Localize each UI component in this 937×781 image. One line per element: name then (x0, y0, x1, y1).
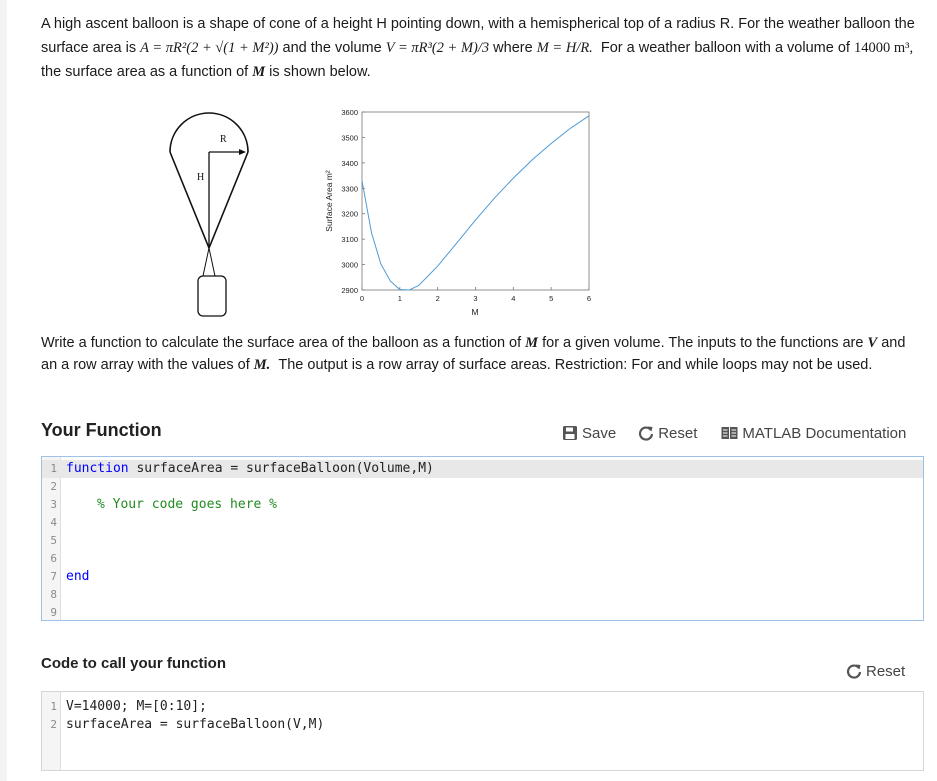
function-signature: surfaceArea = surfaceBalloon(Volume,M) (128, 461, 434, 476)
documentation-label: MATLAB Documentation (742, 424, 907, 442)
call-code-text: V=14000; M=[0:10]; (66, 699, 207, 714)
area-formula: A = πR²(2 + √(1 + M²)) (140, 40, 279, 56)
reset-button[interactable]: Reset (638, 425, 697, 442)
y-tick-label: 2900 (341, 286, 358, 295)
code-line[interactable]: 3 % Your code goes here % (42, 496, 923, 514)
code-line[interactable]: 2 surfaceArea = surfaceBalloon(V,M) (42, 716, 923, 734)
y-tick-label: 3600 (341, 108, 358, 117)
line-number: 9 (50, 606, 57, 619)
line-number: 2 (50, 718, 57, 731)
rope-right (208, 247, 216, 277)
x-tick-label: 4 (511, 294, 515, 303)
task-description: Write a function to calculate the surfac… (41, 332, 921, 376)
x-tick-label: 3 (473, 294, 477, 303)
call-reset-button[interactable]: Reset (846, 663, 905, 680)
code-line[interactable]: 1 function surfaceArea = surfaceBalloon(… (42, 460, 923, 478)
balloon-hemisphere (169, 112, 249, 153)
label-h: H (197, 172, 204, 183)
line-number: 4 (50, 516, 57, 529)
problem-text-2: and the volume (282, 40, 382, 56)
x-tick-label: 2 (436, 294, 440, 303)
call-reset-label: Reset (866, 662, 906, 680)
save-icon (563, 426, 577, 440)
volume-formula: V = πR³(2 + M)/3 (385, 40, 490, 56)
code-line[interactable]: 4 (42, 514, 923, 532)
left-margin-bar (0, 0, 7, 781)
line-number: 5 (50, 534, 57, 547)
volume-value: 14000 m³, (853, 40, 914, 56)
line-number: 6 (50, 552, 57, 565)
y-tick-label: 3200 (341, 210, 358, 219)
desc-v-symbol: V (867, 335, 878, 351)
desc-m-symbol: M (525, 335, 539, 351)
x-tick-label: 6 (587, 294, 591, 303)
call-code-editor[interactable]: 1 V=14000; M=[0:10]; 2 surfaceArea = sur… (41, 691, 924, 771)
reset-icon (639, 426, 654, 441)
code-comment: % Your code goes here % (97, 497, 278, 512)
balloon-sketch: R H (169, 112, 249, 317)
x-tick-label: 5 (549, 294, 553, 303)
line-number: 2 (50, 480, 57, 493)
reset-icon (846, 664, 862, 679)
problem-text-5: the surface area as a function of (41, 64, 249, 80)
radius-arrowhead (239, 149, 246, 155)
call-code-text: surfaceArea = surfaceBalloon(V,M) (66, 717, 325, 732)
rope-left (202, 247, 210, 277)
plot-axes-box (361, 111, 590, 291)
code-to-call-title: Code to call your function (41, 655, 227, 672)
code-line[interactable]: 8 (42, 586, 923, 604)
y-tick-label: 3300 (341, 184, 358, 193)
keyword-end: end (66, 569, 90, 584)
line-number: 1 (50, 462, 57, 475)
code-line[interactable]: 7 end (42, 568, 923, 586)
y-ticks: 2900 3000 3100 3200 3300 3400 3500 3600 (341, 108, 365, 295)
figure: R H 2900 3000 3100 3200 3300 3400 3500 3600 012… (160, 100, 620, 325)
y-tick-label: 3000 (341, 261, 358, 270)
code-line[interactable]: 2 (42, 478, 923, 496)
y-axis-label: Surface Area m² (324, 170, 334, 232)
gondola (197, 275, 227, 317)
desc-text-1: Write a function to calculate the surfac… (41, 335, 522, 351)
label-r: R (220, 134, 227, 145)
problem-text-3: where (493, 40, 533, 56)
desc-text-4: The output is a row array of surface are… (278, 357, 873, 373)
function-toolbar: Save Reset MATLAB Documentation (562, 422, 906, 444)
x-tick-label: 0 (360, 294, 364, 303)
surface-area-plot: 2900 3000 3100 3200 3300 3400 3500 3600 0 1 2 3 4 5 6… (324, 108, 591, 317)
problem-statement: A high ascent balloon is a shape of cone… (41, 12, 921, 84)
code-line[interactable]: 6 (42, 550, 923, 568)
line-number: 3 (50, 498, 57, 511)
save-button[interactable]: Save (562, 425, 616, 442)
problem-text-4: For a weather balloon with a volume of (600, 40, 850, 56)
line-number: 1 (50, 700, 57, 713)
x-tick-label: 1 (398, 294, 402, 303)
line-number: 8 (50, 588, 57, 601)
m-definition: M = H/R. (536, 40, 593, 56)
desc-m-symbol-2: M. (253, 357, 271, 373)
m-symbol: M (252, 64, 266, 80)
save-label: Save (582, 424, 617, 442)
desc-text-2: for a given volume. The inputs to the fu… (542, 335, 864, 351)
book-icon (721, 427, 738, 439)
code-line[interactable]: 5 (42, 532, 923, 550)
call-toolbar: Reset (846, 660, 905, 682)
keyword-function: function (66, 461, 129, 476)
y-tick-label: 3500 (341, 133, 358, 142)
figure-svg: R H 29003000310032003300340035003600 012… (169, 108, 591, 317)
your-function-title: Your Function (41, 420, 162, 440)
code-line[interactable]: 1 V=14000; M=[0:10]; (42, 698, 923, 716)
x-axis-label: M (471, 307, 478, 317)
y-tick-label: 3400 (341, 159, 358, 168)
line-number: 7 (50, 570, 57, 583)
problem-text-6: is shown below. (269, 64, 371, 80)
code-line[interactable]: 9 (42, 604, 923, 622)
y-tick-label: 3100 (341, 235, 358, 244)
function-code-editor[interactable]: 1 function surfaceArea = surfaceBalloon(… (41, 456, 924, 621)
matlab-documentation-link[interactable]: MATLAB Documentation (721, 425, 906, 442)
reset-label: Reset (658, 424, 698, 442)
